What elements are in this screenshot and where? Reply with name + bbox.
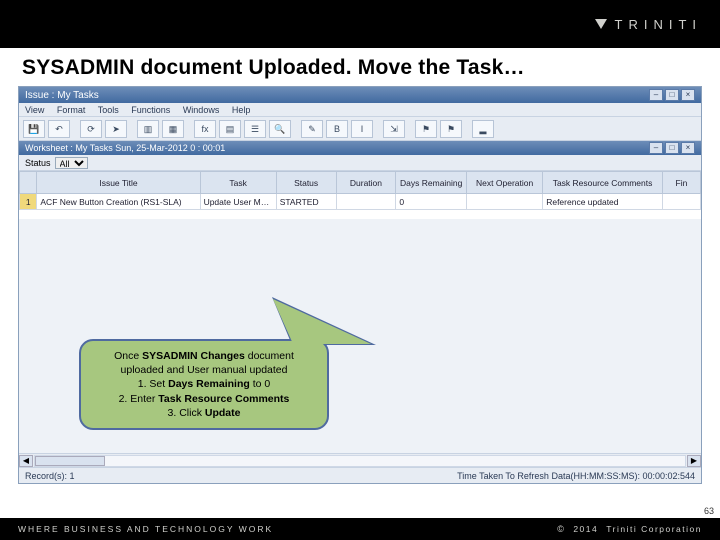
menu-functions[interactable]: Functions bbox=[131, 105, 170, 115]
cell-next-operation[interactable] bbox=[467, 194, 543, 210]
record-count: Record(s): 1 bbox=[25, 471, 75, 481]
scroll-left-icon[interactable]: ◀ bbox=[19, 455, 33, 467]
status-label: Status bbox=[25, 158, 51, 168]
window-buttons: – □ × bbox=[649, 89, 695, 101]
scroll-right-icon[interactable]: ▶ bbox=[687, 455, 701, 467]
footer-corp: Triniti Corporation bbox=[606, 524, 702, 534]
scroll-track[interactable] bbox=[34, 455, 686, 467]
write-icon[interactable]: ✎ bbox=[301, 120, 323, 138]
slide-title: SYSADMIN document Uploaded. Move the Tas… bbox=[0, 48, 720, 86]
table-row[interactable]: 1 ACF New Button Creation (RS1-SLA) Upda… bbox=[20, 194, 701, 210]
minimize-button[interactable]: – bbox=[649, 89, 663, 101]
cell-status[interactable]: STARTED bbox=[276, 194, 336, 210]
rownum-header bbox=[20, 172, 37, 194]
refresh-icon[interactable]: ⟳ bbox=[80, 120, 102, 138]
footer-tagline: WHERE BUSINESS AND TECHNOLOGY WORK bbox=[18, 524, 273, 534]
col-days-remaining[interactable]: Days Remaining bbox=[396, 172, 467, 194]
brand-bar: TRINITI bbox=[0, 0, 720, 48]
cell-days-remaining[interactable]: 0 bbox=[396, 194, 467, 210]
cell-task-resource-comments[interactable]: Reference updated bbox=[543, 194, 663, 210]
callout-tail bbox=[265, 299, 371, 344]
bold-icon[interactable]: B bbox=[326, 120, 348, 138]
menubar: View Format Tools Functions Windows Help bbox=[19, 103, 701, 117]
export-icon[interactable]: ⇲ bbox=[383, 120, 405, 138]
col-fin[interactable]: Fin bbox=[662, 172, 700, 194]
app-titlebar: Issue : My Tasks – □ × bbox=[19, 87, 701, 103]
col-task[interactable]: Task bbox=[200, 172, 276, 194]
grid-icon[interactable]: ▤ bbox=[219, 120, 241, 138]
new-icon[interactable]: ▥ bbox=[137, 120, 159, 138]
save-icon[interactable]: 💾 bbox=[23, 120, 45, 138]
cell-fin[interactable] bbox=[662, 194, 700, 210]
refresh-timing: Time Taken To Refresh Data(HH:MM:SS:MS):… bbox=[457, 471, 695, 481]
chart-icon[interactable]: ▂ bbox=[472, 120, 494, 138]
ws-maximize-button[interactable]: □ bbox=[665, 142, 679, 154]
grid-empty-area: Once SYSADMIN Changes document uploaded … bbox=[19, 219, 701, 471]
maximize-button[interactable]: □ bbox=[665, 89, 679, 101]
horizontal-scrollbar[interactable]: ◀ ▶ bbox=[19, 453, 701, 467]
status-bar: Record(s): 1 Time Taken To Refresh Data(… bbox=[19, 467, 701, 483]
brand: TRINITI bbox=[595, 17, 703, 32]
worksheet-title: Worksheet : My Tasks Sun, 25-Mar-2012 0 … bbox=[25, 143, 225, 153]
header-row: Issue Title Task Status Duration Days Re… bbox=[20, 172, 701, 194]
col-task-resource-comments[interactable]: Task Resource Comments bbox=[543, 172, 663, 194]
col-duration[interactable]: Duration bbox=[336, 172, 396, 194]
ws-close-button[interactable]: × bbox=[681, 142, 695, 154]
search-icon[interactable]: 🔍 bbox=[269, 120, 291, 138]
app-window: Issue : My Tasks – □ × View Format Tools… bbox=[18, 86, 702, 484]
menu-windows[interactable]: Windows bbox=[183, 105, 220, 115]
close-button[interactable]: × bbox=[681, 89, 695, 101]
page-number: 63 bbox=[704, 506, 714, 516]
worksheet-titlebar: Worksheet : My Tasks Sun, 25-Mar-2012 0 … bbox=[19, 141, 701, 155]
data-grid: Issue Title Task Status Duration Days Re… bbox=[19, 171, 701, 219]
undo-icon[interactable]: ↶ bbox=[48, 120, 70, 138]
toolbar: 💾 ↶ ⟳ ➤ ▥ ▦ fx ▤ ☰ 🔍 ✎ B I ⇲ ⚑ ⚑ ▂ bbox=[19, 117, 701, 141]
col-issue-title[interactable]: Issue Title bbox=[37, 172, 200, 194]
menu-view[interactable]: View bbox=[25, 105, 44, 115]
brand-name: TRINITI bbox=[615, 17, 703, 32]
ws-minimize-button[interactable]: – bbox=[649, 142, 663, 154]
flag-icon[interactable]: ⚑ bbox=[415, 120, 437, 138]
footer-bar: WHERE BUSINESS AND TECHNOLOGY WORK © 201… bbox=[0, 518, 720, 540]
list-icon[interactable]: ☰ bbox=[244, 120, 266, 138]
brand-mark-icon bbox=[595, 19, 607, 29]
flag2-icon[interactable]: ⚑ bbox=[440, 120, 462, 138]
cell-issue-title[interactable]: ACF New Button Creation (RS1-SLA) bbox=[37, 194, 200, 210]
row-number: 1 bbox=[20, 194, 37, 210]
col-status[interactable]: Status bbox=[276, 172, 336, 194]
arrow-icon[interactable]: ➤ bbox=[105, 120, 127, 138]
cell-task[interactable]: Update User Manual bbox=[200, 194, 276, 210]
status-dropdown[interactable]: All bbox=[55, 157, 88, 169]
footer-year: 2014 bbox=[573, 524, 598, 534]
status-filter-row: Status All bbox=[19, 155, 701, 171]
menu-format[interactable]: Format bbox=[57, 105, 86, 115]
menu-help[interactable]: Help bbox=[232, 105, 251, 115]
italic-icon[interactable]: I bbox=[351, 120, 373, 138]
function-icon[interactable]: fx bbox=[194, 120, 216, 138]
instruction-callout: Once SYSADMIN Changes document uploaded … bbox=[79, 339, 329, 430]
menu-tools[interactable]: Tools bbox=[98, 105, 119, 115]
col-next-operation[interactable]: Next Operation bbox=[467, 172, 543, 194]
cell-duration[interactable] bbox=[336, 194, 396, 210]
scroll-thumb[interactable] bbox=[35, 456, 105, 466]
copyright-symbol: © bbox=[557, 524, 565, 534]
app-title: Issue : My Tasks bbox=[25, 90, 99, 101]
lock-icon[interactable]: ▦ bbox=[162, 120, 184, 138]
